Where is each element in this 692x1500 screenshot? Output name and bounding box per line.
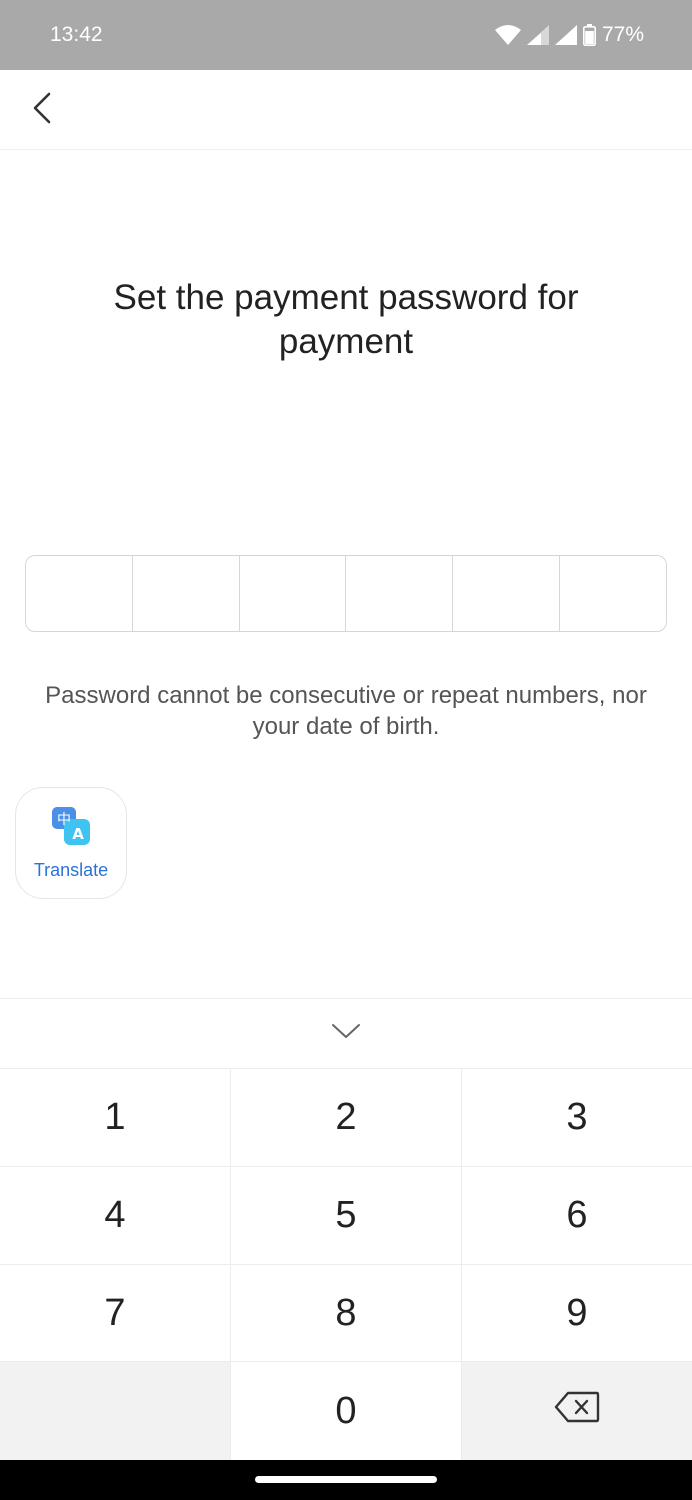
backspace-icon [554, 1390, 600, 1433]
collapse-keyboard-button[interactable] [316, 1009, 376, 1059]
translate-button[interactable]: 中 A Translate [15, 787, 127, 899]
back-button[interactable] [22, 88, 62, 132]
status-time: 13:42 [50, 23, 103, 46]
svg-text:中: 中 [57, 812, 71, 828]
top-bar [0, 70, 692, 150]
key-7[interactable]: 7 [0, 1265, 230, 1361]
pin-cell[interactable] [453, 556, 561, 631]
home-indicator[interactable] [255, 1476, 437, 1483]
status-icons: 77% [494, 23, 644, 47]
battery-percent: 77% [601, 23, 644, 46]
numeric-keypad: 1 2 3 4 5 6 7 8 9 0 [0, 1068, 692, 1460]
translate-icon: 中 A [50, 805, 92, 852]
key-3[interactable]: 3 [462, 1069, 692, 1166]
pin-input[interactable] [25, 555, 667, 632]
status-bar: 13:42 77% [0, 0, 692, 70]
page-title: Set the payment password for payment [113, 278, 579, 361]
wifi-icon [494, 25, 521, 45]
svg-text:A: A [72, 825, 84, 843]
pin-cell[interactable] [26, 556, 133, 631]
backspace-button[interactable] [462, 1362, 692, 1460]
keyboard-header [0, 998, 692, 1068]
password-hint: Password cannot be consecutive or repeat… [45, 682, 647, 740]
key-2[interactable]: 2 [231, 1069, 461, 1166]
key-5[interactable]: 5 [231, 1167, 461, 1264]
pin-cell[interactable] [133, 556, 240, 631]
pin-cell[interactable] [560, 556, 666, 631]
chevron-left-icon [31, 91, 53, 130]
translate-label: Translate [33, 860, 109, 880]
signal-icon-2 [554, 25, 577, 45]
battery-icon [582, 24, 596, 46]
system-nav-bar [0, 1460, 692, 1500]
pin-cell[interactable] [240, 556, 347, 631]
chevron-down-icon [331, 1022, 361, 1045]
key-9[interactable]: 9 [462, 1265, 692, 1361]
key-6[interactable]: 6 [462, 1167, 692, 1264]
signal-icon [526, 25, 549, 45]
keypad-blank [0, 1362, 230, 1460]
pin-cell[interactable] [346, 556, 454, 631]
key-4[interactable]: 4 [0, 1167, 230, 1264]
key-1[interactable]: 1 [0, 1069, 230, 1166]
key-8[interactable]: 8 [231, 1265, 461, 1361]
key-0[interactable]: 0 [231, 1362, 461, 1460]
